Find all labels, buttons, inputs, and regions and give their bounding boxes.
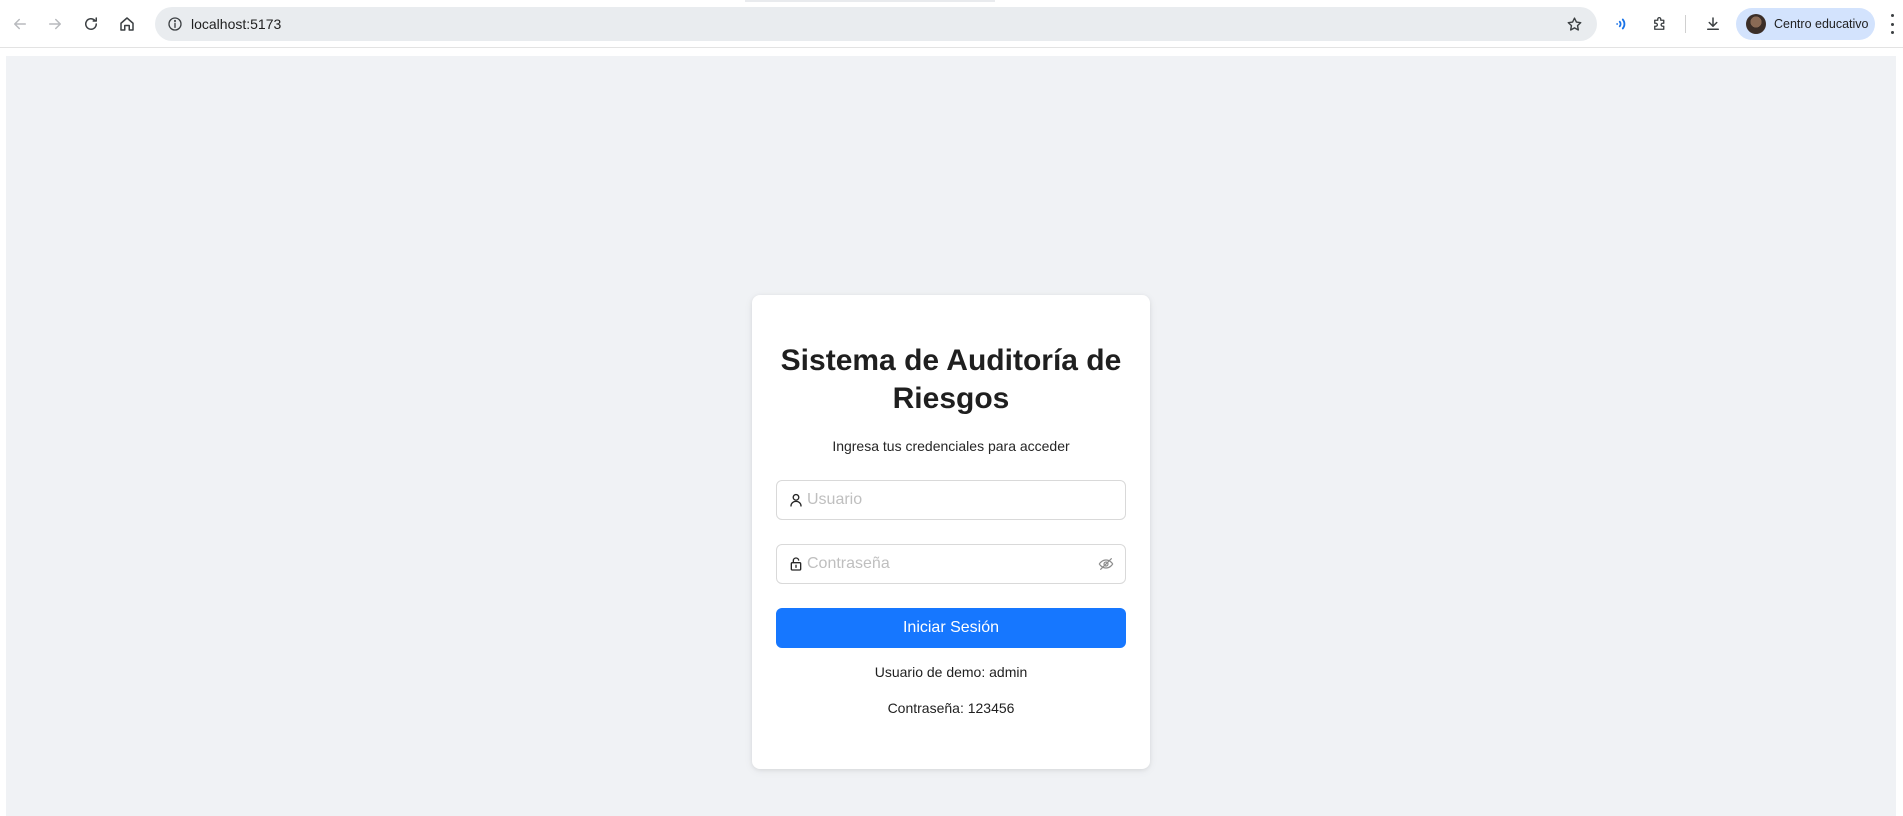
login-subtitle: Ingresa tus credenciales para acceder — [832, 438, 1070, 454]
browser-toolbar: localhost:5173 Centro educativo — [0, 0, 1903, 48]
profile-name: Centro educativo — [1774, 17, 1869, 31]
extensions-button[interactable] — [1646, 10, 1674, 38]
demo-password-text: Contraseña: 123456 — [887, 700, 1015, 716]
bookmark-button[interactable] — [1563, 13, 1585, 35]
tab-strip-hint — [745, 0, 995, 2]
site-info-button[interactable] — [163, 12, 187, 36]
home-icon — [120, 17, 134, 31]
password-input[interactable] — [807, 545, 1097, 583]
reload-icon — [85, 17, 97, 30]
page-title: Sistema de Auditoría de Riesgos — [780, 344, 1122, 415]
demo-user-text: Usuario de demo: admin — [874, 664, 1028, 680]
url-text[interactable]: localhost:5173 — [191, 16, 281, 32]
password-field[interactable] — [776, 544, 1126, 584]
lock-icon — [788, 556, 804, 572]
address-bar[interactable]: localhost:5173 — [155, 7, 1597, 41]
kebab-menu-icon[interactable] — [1889, 14, 1895, 34]
avatar — [1746, 14, 1766, 34]
arrow-right-icon — [49, 18, 61, 30]
star-icon — [1567, 16, 1581, 31]
login-button[interactable]: Iniciar Sesión — [776, 608, 1126, 648]
reload-button[interactable] — [77, 10, 105, 38]
sound-wave-icon — [1616, 18, 1626, 30]
back-button[interactable] — [6, 10, 34, 38]
download-icon — [1707, 17, 1719, 30]
audio-extension-button[interactable] — [1608, 10, 1636, 38]
downloads-button[interactable] — [1699, 10, 1727, 38]
page-background: Sistema de Auditoría de Riesgos Ingresa … — [6, 56, 1896, 816]
profile-button[interactable]: Centro educativo — [1736, 8, 1875, 40]
user-icon — [788, 492, 804, 508]
info-icon — [168, 17, 182, 31]
forward-button[interactable] — [41, 10, 69, 38]
username-field[interactable] — [776, 480, 1126, 520]
username-input[interactable] — [807, 481, 1097, 519]
arrow-left-icon — [14, 18, 26, 30]
eye-invisible-icon[interactable] — [1098, 556, 1114, 572]
login-card: Sistema de Auditoría de Riesgos Ingresa … — [752, 295, 1150, 769]
home-button[interactable] — [113, 10, 141, 38]
puzzle-icon — [1654, 17, 1665, 30]
toolbar-separator — [1685, 15, 1686, 33]
